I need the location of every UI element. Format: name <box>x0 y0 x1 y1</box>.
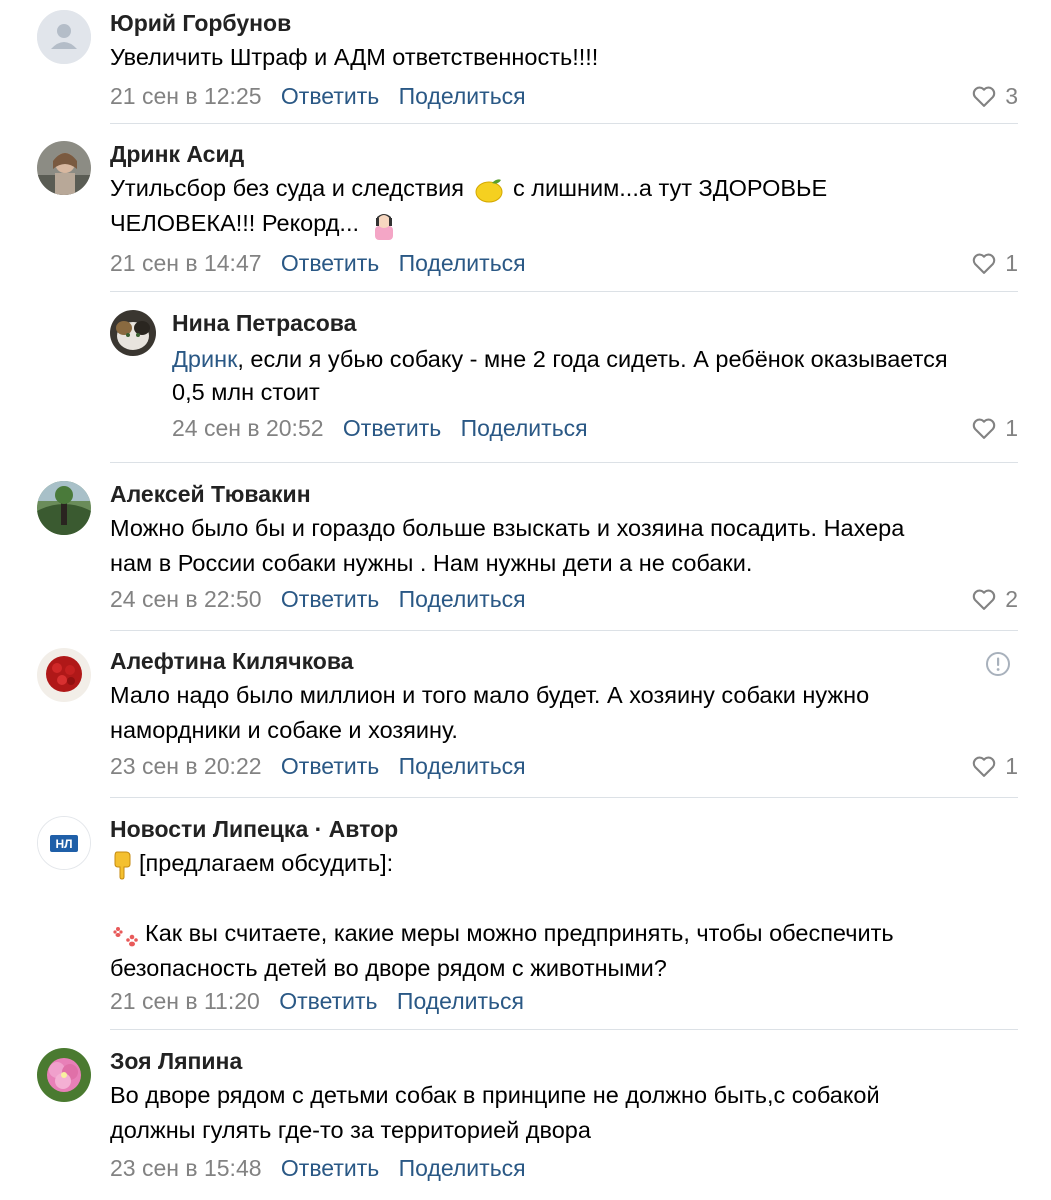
like-count: 3 <box>1005 83 1018 109</box>
comment: Алефтина Килячкова Мало надо было миллио… <box>0 638 1051 798</box>
comment-author[interactable]: Алефтина Килячкова <box>110 648 353 675</box>
comment-text: Увеличить Штраф и АДМ ответственность!!!… <box>110 44 599 70</box>
comment: НЛ Новости Липецка · Автор [предлагаем о… <box>0 806 1051 1026</box>
comment-date[interactable]: 21 сен в 14:47 <box>110 250 262 276</box>
comment-text: [предлагаем обсудить]: Как вы считаете, … <box>110 850 894 981</box>
comment-author[interactable]: Алексей Тювакин <box>110 481 311 508</box>
svg-text:НЛ: НЛ <box>55 837 72 851</box>
comment-reply: Нина Петрасова Дринк, если я убью собаку… <box>0 300 1051 460</box>
comment-meta: 23 сен в 15:48 Ответить Поделиться <box>110 1155 526 1182</box>
heart-icon <box>972 253 996 274</box>
share-button[interactable]: Поделиться <box>461 415 588 441</box>
paw-prints-emoji <box>113 926 138 947</box>
reply-button[interactable]: Ответить <box>281 586 379 612</box>
comment-date[interactable]: 23 сен в 20:22 <box>110 753 262 779</box>
like-count: 1 <box>1005 753 1018 779</box>
reply-button[interactable]: Ответить <box>281 83 379 109</box>
reply-button[interactable]: Ответить <box>281 753 379 779</box>
avatar[interactable] <box>37 141 91 195</box>
community-logo: НЛ <box>38 817 90 869</box>
avatar[interactable] <box>37 10 91 64</box>
comment-author[interactable]: Дринк Асид <box>110 141 244 168</box>
avatar[interactable] <box>110 310 156 356</box>
avatar[interactable]: НЛ <box>37 816 91 870</box>
like-button[interactable]: 2 <box>971 586 1018 613</box>
comment-date[interactable]: 24 сен в 20:52 <box>172 415 324 441</box>
divider <box>110 1029 1018 1030</box>
like-button[interactable]: 1 <box>971 753 1018 780</box>
share-button[interactable]: Поделиться <box>399 586 526 612</box>
comment-date[interactable]: 21 сен в 12:25 <box>110 83 262 109</box>
user-photo <box>110 310 156 356</box>
reply-button[interactable]: Ответить <box>281 1155 379 1181</box>
user-photo <box>37 1048 91 1102</box>
comment-date[interactable]: 23 сен в 15:48 <box>110 1155 262 1181</box>
comment: Зоя Ляпина Во дворе рядом с детьми собак… <box>0 1038 1051 1200</box>
report-icon[interactable] <box>985 651 1011 682</box>
lemon-emoji <box>475 179 502 203</box>
reply-button[interactable]: Ответить <box>281 250 379 276</box>
comment-author[interactable]: Юрий Горбунов <box>110 10 291 37</box>
like-count: 2 <box>1005 586 1018 612</box>
woman-gesture-emoji <box>374 213 393 240</box>
heart-icon <box>972 418 996 439</box>
comment: Алексей Тювакин Можно было бы и гораздо … <box>0 471 1051 631</box>
heart-icon <box>972 589 996 610</box>
comment-meta: 24 сен в 22:50 Ответить Поделиться <box>110 586 526 613</box>
divider <box>110 462 1018 463</box>
comment-text: Мало надо было миллион и того мало будет… <box>110 682 870 743</box>
comment: Юрий Горбунов Увеличить Штраф и АДМ отве… <box>0 0 1051 130</box>
reply-button[interactable]: Ответить <box>279 988 377 1014</box>
user-photo <box>37 481 91 535</box>
divider <box>110 291 1018 292</box>
divider <box>110 630 1018 631</box>
comment-meta: 21 сен в 12:25 Ответить Поделиться <box>110 83 526 110</box>
like-button[interactable]: 1 <box>971 250 1018 277</box>
comment-author[interactable]: Зоя Ляпина <box>110 1048 242 1075</box>
share-button[interactable]: Поделиться <box>399 1155 526 1181</box>
divider <box>110 123 1018 124</box>
comment-meta: 21 сен в 14:47 Ответить Поделиться <box>110 250 526 277</box>
pointing-down-emoji <box>114 851 131 880</box>
like-button[interactable]: 3 <box>971 83 1018 110</box>
divider <box>110 797 1018 798</box>
comment-meta: 23 сен в 20:22 Ответить Поделиться <box>110 753 526 780</box>
comment-author[interactable]: Новости Липецка · Автор <box>110 816 398 843</box>
avatar[interactable] <box>37 481 91 535</box>
comment-meta: 21 сен в 11:20 Ответить Поделиться <box>110 988 524 1015</box>
share-button[interactable]: Поделиться <box>397 988 524 1014</box>
comment-text: Дринк, если я убью собаку - мне 2 года с… <box>172 346 948 405</box>
like-count: 1 <box>1005 415 1018 441</box>
avatar[interactable] <box>37 1048 91 1102</box>
share-button[interactable]: Поделиться <box>399 753 526 779</box>
comment-date[interactable]: 24 сен в 22:50 <box>110 586 262 612</box>
comment: Дринк Асид Утильсбор без суда и следстви… <box>0 131 1051 291</box>
reply-button[interactable]: Ответить <box>343 415 441 441</box>
like-count: 1 <box>1005 250 1018 276</box>
user-photo <box>37 141 91 195</box>
comment-author[interactable]: Нина Петрасова <box>172 310 356 337</box>
share-button[interactable]: Поделиться <box>399 250 526 276</box>
heart-icon <box>972 756 996 777</box>
comment-text: Можно было бы и гораздо больше взыскать … <box>110 515 905 576</box>
comment-text: Во дворе рядом с детьми собак в принципе… <box>110 1082 880 1143</box>
comment-meta: 24 сен в 20:52 Ответить Поделиться <box>172 415 588 442</box>
share-button[interactable]: Поделиться <box>399 83 526 109</box>
heart-icon <box>972 86 996 107</box>
avatar[interactable] <box>37 648 91 702</box>
default-avatar-icon <box>37 10 91 64</box>
user-photo <box>37 648 91 702</box>
comment-date[interactable]: 21 сен в 11:20 <box>110 988 260 1014</box>
mention-link[interactable]: Дринк <box>172 346 237 372</box>
like-button[interactable]: 1 <box>971 415 1018 442</box>
comment-text: Утильсбор без суда и следствия с лишним.… <box>110 171 827 241</box>
